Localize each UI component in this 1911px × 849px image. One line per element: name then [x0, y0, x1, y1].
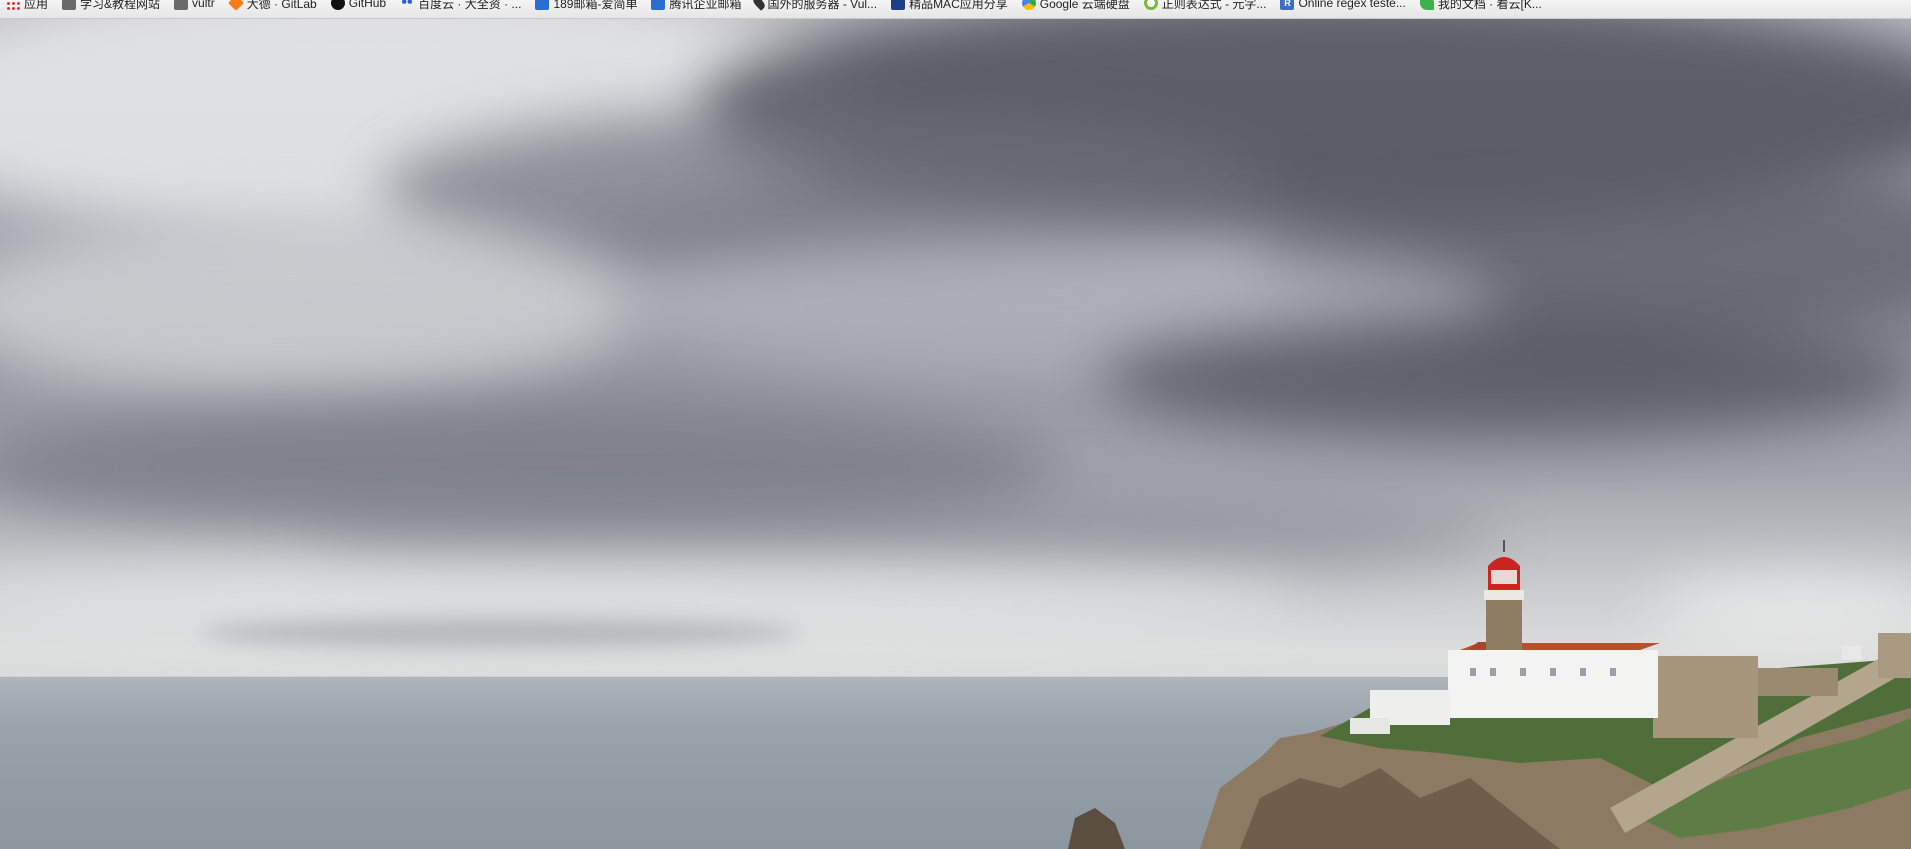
- bookmark-folder-vultr[interactable]: vultr: [168, 0, 223, 12]
- location-pin-icon: [751, 0, 768, 11]
- bookmark-label: 学习&教程网站: [80, 0, 161, 11]
- bookmark-label: vultr: [192, 0, 215, 10]
- bookmark-tencent-mail[interactable]: 腾讯企业邮箱: [645, 0, 749, 12]
- desktop-wallpaper: [0, 18, 1911, 849]
- bookmark-label: 189邮箱-爱简单: [553, 0, 638, 11]
- bookmark-label: 我的文档 · 看云[K...: [1437, 0, 1542, 11]
- bookmark-mac-apps[interactable]: 精品MAC应用分享: [885, 0, 1016, 12]
- bookmark-gitlab[interactable]: 大德 · GitLab: [223, 0, 325, 12]
- bookmark-label: 应用: [24, 0, 49, 11]
- folder-icon: [174, 0, 189, 10]
- github-icon: [330, 0, 345, 10]
- bookmark-apps[interactable]: 应用: [0, 0, 56, 12]
- bookmark-label: 百度云 · 大全资 · ...: [418, 0, 522, 11]
- bookmark-189-mail[interactable]: 189邮箱-爱简单: [529, 0, 645, 12]
- regex-circle-icon: [1143, 0, 1158, 10]
- mac-app-icon: [891, 0, 906, 10]
- bookmark-label: 国外的服务器 - Vul...: [767, 0, 878, 11]
- apps-grid-icon: [6, 0, 20, 10]
- bookmark-label: Google 云端硬盘: [1039, 0, 1130, 11]
- bookmark-label: GitHub: [348, 0, 387, 10]
- bookmark-label: Online regex teste...: [1298, 0, 1406, 10]
- lighthouse-dome: [1488, 557, 1520, 566]
- lighthouse-tower: [1486, 598, 1522, 650]
- bookmark-github[interactable]: GitHub: [325, 0, 394, 12]
- bookmark-label: 腾讯企业邮箱: [669, 0, 742, 11]
- bookmark-regex-tester[interactable]: R Online regex teste...: [1274, 0, 1413, 12]
- white-building: [1448, 650, 1658, 718]
- tencent-mail-icon: [651, 0, 666, 10]
- kancloud-icon: [1419, 0, 1434, 10]
- bookmark-label: 大德 · GitLab: [246, 0, 317, 11]
- bookmark-baidu[interactable]: 百度云 · 大全资 · ...: [394, 0, 529, 12]
- mail-189-icon: [535, 0, 550, 10]
- regex-tester-icon: R: [1280, 0, 1295, 10]
- bookmark-google-drive[interactable]: Google 云端硬盘: [1016, 0, 1138, 12]
- bookmarks-bar: 应用 学习&教程网站 vultr 大德 · GitLab GitHub 百度云 …: [0, 0, 1911, 19]
- gitlab-icon: [227, 0, 244, 11]
- bookmark-label: 精品MAC应用分享: [909, 0, 1008, 11]
- bookmark-label: 正则表达式 - 元字...: [1161, 0, 1267, 11]
- bookmark-kancloud[interactable]: 我的文档 · 看云[K...: [1414, 0, 1550, 12]
- bookmark-regex-chars[interactable]: 正则表达式 - 元字...: [1138, 0, 1275, 12]
- folder-icon: [62, 0, 77, 10]
- bookmark-vultr-servers[interactable]: 国外的服务器 - Vul...: [749, 0, 885, 12]
- baidu-icon: [400, 0, 415, 10]
- google-drive-icon: [1021, 0, 1036, 10]
- lighthouse-scene: [1068, 540, 1911, 849]
- fort-tower: [1653, 656, 1758, 738]
- bookmark-folder-tutorials[interactable]: 学习&教程网站: [56, 0, 168, 12]
